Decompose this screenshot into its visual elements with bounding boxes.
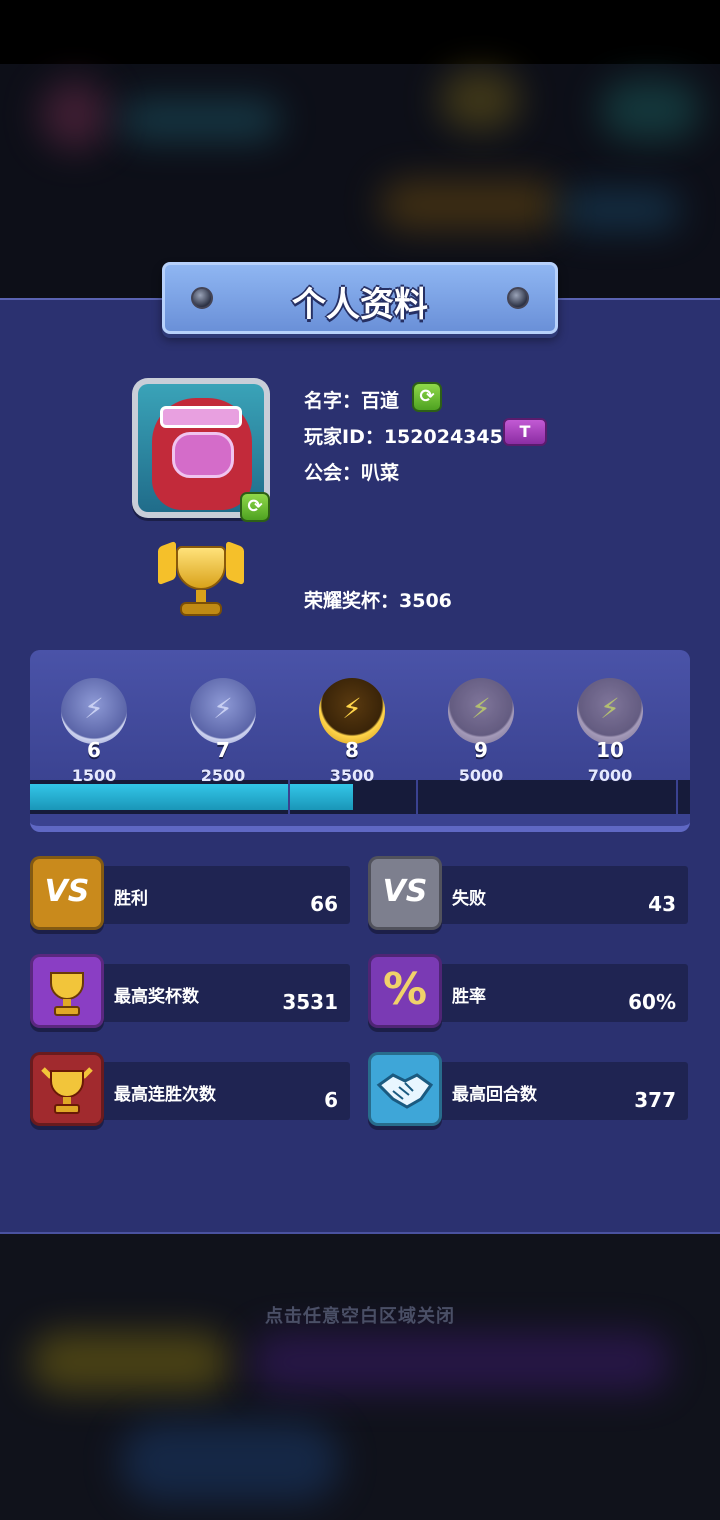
bg-blur xyxy=(120,100,280,140)
rank-badge-9: ⚡ xyxy=(448,678,514,744)
rank-badge-8: ⚡ xyxy=(319,678,385,744)
stat-value: 60% xyxy=(628,990,676,1014)
lightning-icon: ⚡ xyxy=(84,692,104,725)
copy-id-button[interactable]: T xyxy=(503,418,547,446)
stat-label: 最高奖杯数 xyxy=(114,987,199,1007)
stat-value: 66 xyxy=(310,892,338,916)
player-name: 名字：百道 xyxy=(304,390,400,412)
bg-blur xyxy=(440,70,520,130)
vs-grey-icon: VS xyxy=(368,856,442,930)
rank-level: 10 xyxy=(596,738,624,762)
rank-trophy-threshold: 1500 xyxy=(71,766,117,785)
bg-blur xyxy=(250,1332,670,1392)
stat-value: 43 xyxy=(648,892,676,916)
rank-badge-6: ⚡ xyxy=(61,678,127,744)
trophy-cup xyxy=(176,546,226,590)
bg-blur xyxy=(380,180,560,230)
handshake-icon xyxy=(368,1052,442,1126)
stat-label: 最高回合数 xyxy=(452,1085,537,1105)
player-id: 玩家ID：152024345 xyxy=(304,426,503,448)
rank-level: 7 xyxy=(216,738,230,762)
title-plate: 个人资料 xyxy=(162,262,558,334)
bg-blur xyxy=(120,1422,340,1502)
change-avatar-button[interactable]: ⟳ xyxy=(240,492,270,522)
robot-visor xyxy=(160,406,242,428)
rank-trophy-threshold: 5000 xyxy=(458,766,504,785)
bar-divider xyxy=(288,780,290,814)
bar-divider xyxy=(416,780,418,814)
stat-losses: 43 VS 失败 xyxy=(368,856,688,930)
vs-gold-icon: VS xyxy=(30,856,104,930)
trophies-icon xyxy=(30,954,104,1028)
stat-value: 6 xyxy=(324,1088,338,1112)
rename-button[interactable]: ⟳ xyxy=(412,382,442,412)
robot-face xyxy=(172,432,234,478)
trophy-wing xyxy=(158,540,176,586)
trophy-wing xyxy=(226,540,244,586)
stat-label: 胜利 xyxy=(114,889,148,909)
trophy-icon xyxy=(158,538,244,624)
lightning-icon: ⚡ xyxy=(471,692,491,725)
bar-divider xyxy=(676,780,678,814)
panel-title: 个人资料 xyxy=(292,285,428,325)
stat-highest-trophies: 3531 最高奖杯数 xyxy=(30,954,350,1028)
rank-progress-fill xyxy=(30,784,354,810)
status-bar xyxy=(0,0,720,64)
background-game-scene xyxy=(0,0,720,300)
rank-level: 8 xyxy=(345,738,359,762)
rank-progress-bar xyxy=(30,780,690,814)
bg-blur xyxy=(560,190,680,230)
lightning-icon: ⚡ xyxy=(342,692,362,725)
bg-blur xyxy=(600,80,700,140)
player-guild: 公会：叭菜 xyxy=(304,462,400,484)
rank-badge-10: ⚡ xyxy=(577,678,643,744)
stat-win-rate: 60% % 胜率 xyxy=(368,954,688,1028)
rank-level: 9 xyxy=(474,738,488,762)
stat-wins: 66 VS 胜利 xyxy=(30,856,350,930)
trophy-horns-icon xyxy=(30,1052,104,1126)
stat-value: 377 xyxy=(634,1088,676,1112)
glory-trophies: 荣耀奖杯：3506 xyxy=(304,590,452,612)
stat-label: 最高连胜次数 xyxy=(114,1085,216,1105)
rank-badge-7: ⚡ xyxy=(190,678,256,744)
rank-trophy-threshold: 3500 xyxy=(329,766,375,785)
stat-value: 3531 xyxy=(282,990,338,1014)
bg-blur xyxy=(30,1332,230,1392)
rank-level: 6 xyxy=(87,738,101,762)
lightning-icon: ⚡ xyxy=(213,692,233,725)
lightning-icon: ⚡ xyxy=(600,692,620,725)
stat-highest-rounds: 377 最高回合数 xyxy=(368,1052,688,1126)
background-game-scene-bottom xyxy=(0,1232,720,1520)
stat-label: 胜率 xyxy=(452,987,486,1007)
trophy-base xyxy=(180,602,222,616)
percent-icon: % xyxy=(368,954,442,1028)
close-hint[interactable]: 点击任意空白区域关闭 xyxy=(0,1302,720,1328)
rank-trophy-threshold: 2500 xyxy=(200,766,246,785)
bg-blur xyxy=(40,80,110,150)
stat-label: 失败 xyxy=(452,889,486,909)
rank-trophy-threshold: 7000 xyxy=(587,766,633,785)
stat-win-streak: 6 最高连胜次数 xyxy=(30,1052,350,1126)
